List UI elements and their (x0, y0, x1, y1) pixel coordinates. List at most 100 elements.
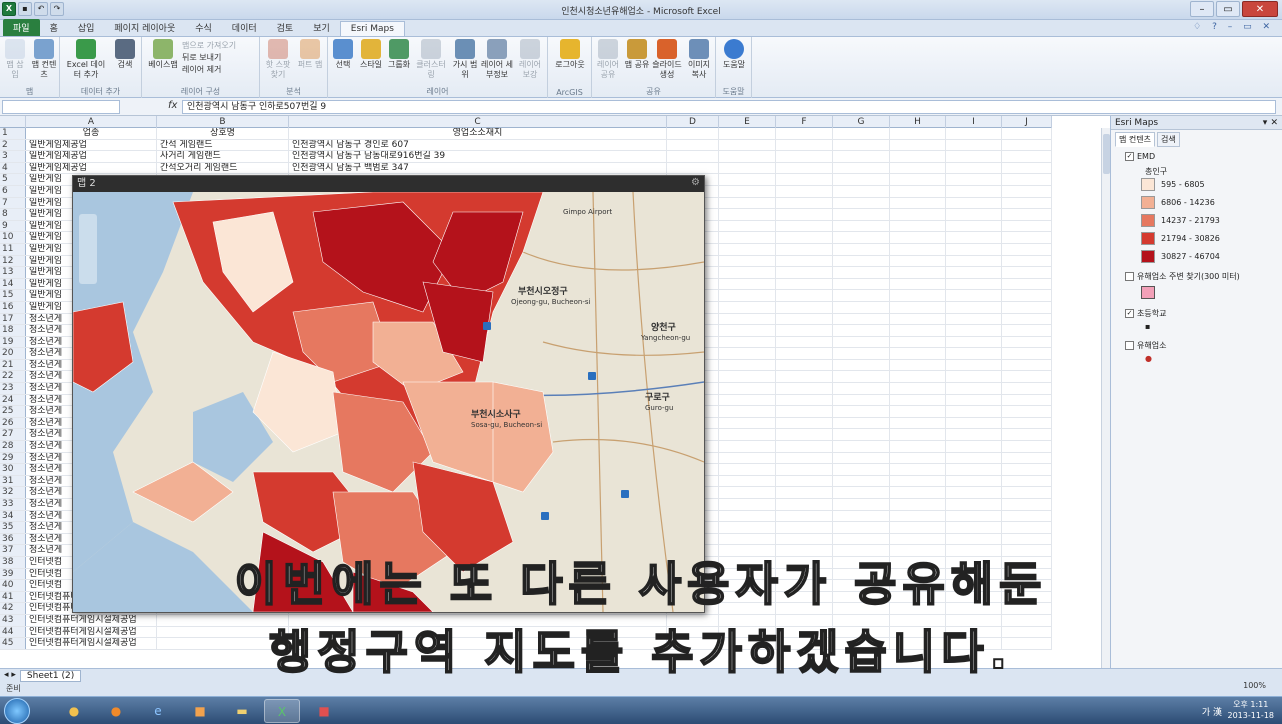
table-cell[interactable] (1002, 394, 1052, 406)
row-header[interactable]: 12 (0, 255, 26, 267)
table-cell[interactable] (833, 139, 890, 151)
column-header[interactable]: D (667, 116, 719, 128)
table-cell[interactable] (1002, 475, 1052, 487)
excel-taskbar-icon[interactable]: X (264, 699, 300, 723)
table-cell[interactable] (776, 313, 833, 325)
checkbox-checked-icon[interactable]: ✓ (1125, 309, 1134, 318)
table-cell[interactable] (719, 417, 776, 429)
map-contents-button[interactable]: 맵 컨텐츠 (30, 39, 58, 80)
table-cell[interactable] (946, 197, 1002, 209)
table-cell[interactable] (946, 162, 1002, 174)
table-cell[interactable] (1002, 452, 1052, 464)
table-cell[interactable] (1002, 290, 1052, 301)
table-cell[interactable] (1002, 301, 1052, 313)
table-cell[interactable] (946, 406, 1002, 417)
table-cell[interactable] (776, 348, 833, 359)
table-cell[interactable] (946, 325, 1002, 336)
table-cell[interactable] (1002, 139, 1052, 151)
table-cell[interactable] (890, 162, 946, 174)
table-cell[interactable] (833, 151, 890, 162)
table-cell[interactable] (719, 174, 776, 185)
table-cell[interactable] (776, 406, 833, 417)
table-cell[interactable] (776, 243, 833, 255)
table-cell[interactable] (833, 394, 890, 406)
row-header[interactable]: 22 (0, 371, 26, 383)
tab-formulas[interactable]: 수식 (185, 19, 222, 36)
table-cell[interactable] (776, 290, 833, 301)
table-cell[interactable] (833, 429, 890, 441)
layer-emd[interactable]: ✓ EMD (1125, 152, 1155, 161)
table-cell[interactable] (833, 533, 890, 545)
table-cell[interactable] (719, 475, 776, 487)
table-cell[interactable] (719, 464, 776, 475)
table-cell[interactable] (833, 267, 890, 278)
table-cell[interactable] (719, 406, 776, 417)
table-cell[interactable] (890, 429, 946, 441)
table-cell[interactable] (946, 499, 1002, 510)
row-header[interactable]: 5 (0, 174, 26, 185)
table-cell[interactable] (946, 301, 1002, 313)
row-header[interactable]: 20 (0, 348, 26, 359)
table-cell[interactable] (1002, 255, 1052, 267)
table-cell[interactable] (719, 255, 776, 267)
table-cell[interactable] (890, 499, 946, 510)
table-cell[interactable] (776, 499, 833, 510)
row-header[interactable]: 29 (0, 452, 26, 464)
table-cell[interactable] (719, 499, 776, 510)
table-cell[interactable] (1002, 464, 1052, 475)
column-header[interactable]: B (157, 116, 289, 128)
help-icon[interactable]: ♢ ? – ▭ ✕ (1193, 22, 1274, 32)
table-cell[interactable] (833, 441, 890, 452)
close-icon[interactable]: ✕ (1242, 1, 1278, 17)
column-header[interactable]: A (26, 116, 157, 128)
table-cell[interactable] (833, 185, 890, 197)
table-cell[interactable] (890, 533, 946, 545)
table-cell[interactable]: 일반게임제공업 (26, 151, 157, 162)
table-cell[interactable] (946, 441, 1002, 452)
table-cell[interactable] (833, 383, 890, 394)
table-cell[interactable]: 인천광역시 남동구 경인로 607 (289, 139, 667, 151)
row-header[interactable]: 26 (0, 417, 26, 429)
table-cell[interactable] (833, 220, 890, 232)
table-cell[interactable]: 인천광역시 남동구 백범로 347 (289, 162, 667, 174)
table-cell[interactable] (946, 255, 1002, 267)
table-cell[interactable] (1002, 243, 1052, 255)
table-cell[interactable] (890, 301, 946, 313)
table-cell[interactable] (1002, 348, 1052, 359)
table-cell[interactable] (946, 290, 1002, 301)
table-cell[interactable] (890, 313, 946, 325)
column-header[interactable]: J (1002, 116, 1052, 128)
table-cell[interactable] (833, 417, 890, 429)
ime-indicator[interactable]: 가 漢 (1202, 705, 1222, 718)
table-cell[interactable] (776, 371, 833, 383)
table-cell[interactable] (946, 383, 1002, 394)
table-cell[interactable] (776, 417, 833, 429)
table-cell[interactable] (946, 243, 1002, 255)
select-button[interactable]: 선택 (330, 39, 356, 70)
table-cell[interactable] (1002, 151, 1052, 162)
table-cell[interactable] (890, 278, 946, 290)
folder-icon[interactable]: ▬ (224, 699, 260, 723)
table-cell[interactable] (890, 174, 946, 185)
table-cell[interactable] (833, 174, 890, 185)
table-cell[interactable] (719, 151, 776, 162)
table-cell[interactable] (833, 162, 890, 174)
column-header[interactable]: G (833, 116, 890, 128)
table-cell[interactable] (890, 139, 946, 151)
tab-insert[interactable]: 삽입 (68, 19, 105, 36)
row-header[interactable]: 25 (0, 406, 26, 417)
table-cell[interactable] (1002, 128, 1052, 139)
row-header[interactable]: 17 (0, 313, 26, 325)
table-cell[interactable]: 업종 (26, 128, 157, 139)
table-cell[interactable] (667, 139, 719, 151)
table-cell[interactable] (719, 441, 776, 452)
row-header[interactable]: 24 (0, 394, 26, 406)
row-header[interactable]: 35 (0, 522, 26, 533)
share-layer-button[interactable]: 레이어 공유 (594, 39, 622, 80)
table-cell[interactable] (946, 220, 1002, 232)
table-cell[interactable] (890, 209, 946, 220)
table-cell[interactable] (1002, 220, 1052, 232)
table-cell[interactable] (776, 522, 833, 533)
table-cell[interactable] (719, 128, 776, 139)
firefox-icon[interactable]: ● (98, 699, 134, 723)
